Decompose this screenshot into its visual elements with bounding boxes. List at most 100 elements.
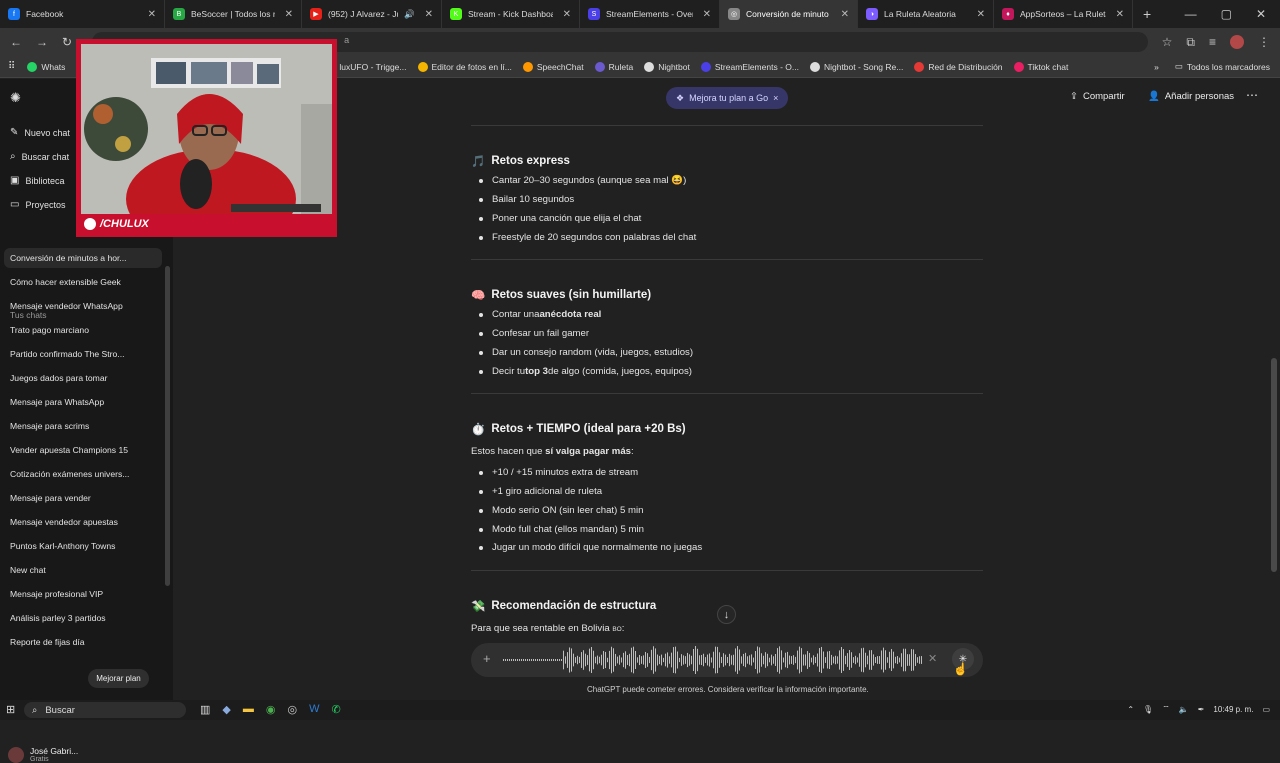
close-tab-icon[interactable]: ✕	[703, 9, 711, 20]
chat-list-item[interactable]: Mensaje para WhatsApp	[4, 392, 162, 412]
browser-tab[interactable]: ◑ La Ruleta Aleatoria ✕	[858, 0, 994, 28]
tab-title: BeSoccer | Todos los resu	[191, 9, 275, 19]
close-promo-icon[interactable]: ×	[773, 93, 778, 103]
chat-list-item[interactable]: Conversión de minutos a hor...	[4, 248, 162, 268]
extensions-icon[interactable]: ⧉	[1186, 35, 1195, 50]
bookmark-item[interactable]: StreamElements - O...	[700, 61, 799, 72]
browser-tab[interactable]: ♦ AppSorteos – La Ruleta d ✕	[994, 0, 1133, 28]
menu-icon[interactable]: ⋮	[1258, 35, 1270, 49]
new-tab-icon[interactable]: +	[1143, 6, 1151, 22]
profile-icon[interactable]	[1230, 35, 1244, 49]
file-explorer-icon[interactable]: ▬	[243, 703, 254, 716]
close-window-icon[interactable]: ✕	[1256, 7, 1266, 21]
sidebar-item-label: Buscar chat	[21, 151, 70, 162]
bookmark-item[interactable]: Whats	[27, 61, 65, 72]
close-tab-icon[interactable]: ✕	[285, 9, 293, 20]
bookmark-item[interactable]: Nightbot	[644, 61, 690, 72]
bookmark-item[interactable]: luxUFO - Trigge...	[325, 61, 407, 72]
share-label: Compartir	[1082, 91, 1125, 102]
close-tab-icon[interactable]: ✕	[148, 9, 156, 20]
app-icon[interactable]: ◆	[222, 703, 230, 716]
scroll-down-button[interactable]: ↓	[717, 605, 736, 624]
task-view-icon[interactable]: ▥	[200, 703, 210, 716]
all-bookmarks[interactable]: ▭ Todos los marcadores	[1175, 61, 1270, 72]
openai-logo-icon[interactable]: ✺	[10, 90, 21, 106]
chat-list-item[interactable]: Mensaje vendedor WhatsApp	[4, 296, 162, 316]
sidebar-item-library[interactable]: ▣ Biblioteca	[10, 175, 64, 186]
chat-list-item[interactable]: Cómo hacer extensible Geek	[4, 272, 162, 292]
chat-list-item[interactable]: Partido confirmado The Stro...	[4, 344, 162, 364]
chat-list-item[interactable]: Mensaje para vender	[4, 488, 162, 508]
voice-composer[interactable]: + ✕ ✳	[471, 643, 983, 677]
whatsapp-icon[interactable]: ✆	[331, 703, 340, 716]
user-profile[interactable]: José Gabri... Gratis	[8, 746, 78, 763]
taskbar-search[interactable]: ⌕ Buscar	[24, 702, 186, 718]
browser-tab[interactable]: S StreamElements - Overlay ✕	[580, 0, 720, 28]
browser-tab[interactable]: ◎ Conversión de minuto ✕	[720, 0, 858, 28]
maximize-icon[interactable]: ▢	[1221, 7, 1232, 21]
list-item: +10 / +15 minutos extra de stream	[479, 467, 638, 478]
obs-icon[interactable]: ◎	[287, 703, 297, 716]
chat-list-item[interactable]: Mensaje vendedor apuestas	[4, 512, 162, 532]
chat-list-item[interactable]: Reporte de fijas día	[4, 632, 162, 652]
tab-audio-icon[interactable]: 🔊	[404, 9, 415, 20]
close-tab-icon[interactable]: ✕	[563, 9, 571, 20]
bookmark-item[interactable]: Red de Distribución	[914, 61, 1003, 72]
browser-tab[interactable]: B BeSoccer | Todos los resu ✕	[165, 0, 302, 28]
speaker-icon[interactable]: 🔈	[1179, 705, 1189, 714]
plus-icon[interactable]: +	[483, 651, 491, 666]
sidebar-item-folder[interactable]: ▭ Proyectos	[10, 199, 65, 210]
chat-list-item[interactable]: Mensaje profesional VIP	[4, 584, 162, 604]
bookmark-item[interactable]: SpeechChat	[522, 61, 584, 72]
chevron-double-icon[interactable]: »	[1154, 62, 1159, 72]
microphone-icon[interactable]: 🎙	[1143, 705, 1153, 714]
browser-tab[interactable]: f Facebook ✕	[0, 0, 165, 28]
close-tab-icon[interactable]: ✕	[1116, 9, 1124, 20]
bookmark-favicon-icon	[809, 61, 820, 72]
browser-tab[interactable]: K Stream - Kick Dashboard ✕	[442, 0, 580, 28]
forward-icon[interactable]: →	[36, 35, 48, 49]
bookmark-item[interactable]: Nightbot - Song Re...	[809, 61, 903, 72]
chat-list-item[interactable]: Puntos Karl-Anthony Towns	[4, 536, 162, 556]
tab-title: Facebook	[26, 9, 64, 19]
word-icon[interactable]: W	[309, 703, 319, 716]
back-icon[interactable]: ←	[10, 35, 22, 49]
browser-tab[interactable]: ▶ (952) J Alvarez - Junto 🔊 ✕	[302, 0, 442, 28]
main-scrollbar[interactable]	[1271, 358, 1277, 572]
bookmark-item[interactable]: Tiktok chat	[1013, 61, 1068, 72]
text-run: :	[621, 623, 625, 634]
close-tab-icon[interactable]: ✕	[425, 9, 433, 20]
share-button[interactable]: ⇪ Compartir	[1070, 91, 1125, 102]
sidebar-item-search[interactable]: ⌕ Buscar chat	[10, 151, 69, 162]
minimize-icon[interactable]: —	[1185, 7, 1197, 21]
notifications-icon[interactable]: ▭	[1262, 705, 1270, 714]
close-tab-icon[interactable]: ✕	[977, 9, 985, 20]
chevron-up-icon[interactable]: ⌃	[1127, 705, 1134, 714]
windows-start-icon[interactable]: ⊞	[6, 703, 15, 716]
chat-list-item[interactable]: Juegos dados para tomar	[4, 368, 162, 388]
upgrade-promo-pill[interactable]: ❖ Mejora tu plan a Go ×	[666, 87, 789, 109]
sidebar-scrollbar[interactable]	[165, 266, 170, 586]
chat-list-item[interactable]: Análisis parley 3 partidos	[4, 608, 162, 628]
chat-list-item[interactable]: Cotización exámenes univers...	[4, 464, 162, 484]
clock[interactable]: 10:49 p. m.	[1213, 705, 1253, 714]
chat-list-item[interactable]: Mensaje para scrims	[4, 416, 162, 436]
bookmark-item[interactable]: Editor de fotos en lí...	[417, 61, 512, 72]
chat-list-item[interactable]: Vender apuesta Champions 15	[4, 440, 162, 460]
cancel-voice-icon[interactable]: ✕	[928, 652, 937, 665]
star-icon[interactable]: ☆	[1162, 35, 1173, 49]
apps-icon[interactable]: ⠿	[8, 61, 15, 72]
more-options-icon[interactable]: ⋯	[1246, 88, 1258, 102]
media-icon[interactable]: ≡	[1209, 35, 1216, 49]
upgrade-plan-button[interactable]: Mejorar plan	[88, 669, 149, 688]
add-people-button[interactable]: 👤 Añadir personas	[1148, 91, 1234, 102]
wifi-icon[interactable]: ⌔	[1162, 704, 1170, 714]
bookmark-item[interactable]: Ruleta	[594, 61, 633, 72]
chat-list-item[interactable]: New chat	[4, 560, 162, 580]
sidebar-item-pencil[interactable]: ✎ Nuevo chat	[10, 127, 70, 138]
chat-list-item[interactable]: Trato pago marciano	[4, 320, 162, 340]
reload-icon[interactable]: ↻	[62, 35, 72, 49]
close-tab-icon[interactable]: ✕	[841, 9, 849, 20]
chrome-icon[interactable]: ◉	[266, 703, 276, 716]
pen-icon[interactable]: ✒	[1198, 705, 1205, 714]
